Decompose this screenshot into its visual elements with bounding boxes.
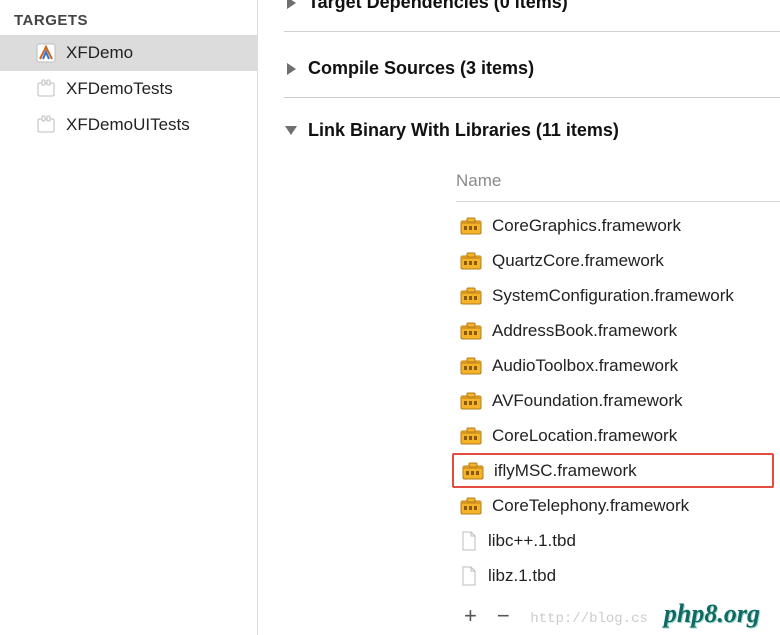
build-phases-panel: Target Dependencies (0 items) Compile So… xyxy=(258,0,780,635)
library-row[interactable]: AVFoundation.framework xyxy=(456,383,780,418)
add-button[interactable]: + xyxy=(464,605,477,627)
app-icon xyxy=(36,43,56,63)
test-bundle-icon xyxy=(36,79,56,99)
disclosure-collapsed-icon[interactable] xyxy=(284,0,298,10)
library-label: libc++.1.tbd xyxy=(488,531,576,551)
library-label: SystemConfiguration.framework xyxy=(492,286,734,306)
section-compile-sources[interactable]: Compile Sources (3 items) xyxy=(284,58,780,91)
library-row[interactable]: libc++.1.tbd xyxy=(456,523,780,558)
library-label: CoreLocation.framework xyxy=(492,426,677,446)
framework-icon xyxy=(460,217,482,235)
test-bundle-icon xyxy=(36,115,56,135)
library-label: AddressBook.framework xyxy=(492,321,677,341)
library-label: CoreGraphics.framework xyxy=(492,216,681,236)
disclosure-expanded-icon[interactable] xyxy=(284,124,298,138)
target-label: XFDemo xyxy=(66,43,133,63)
framework-icon xyxy=(460,357,482,375)
library-row[interactable]: libz.1.tbd xyxy=(456,558,780,593)
section-title: Link Binary With Libraries (11 items) xyxy=(308,120,619,141)
library-label: iflyMSC.framework xyxy=(494,461,637,481)
target-label: XFDemoUITests xyxy=(66,115,190,135)
divider xyxy=(284,97,780,98)
library-row[interactable]: SystemConfiguration.framework xyxy=(456,278,780,313)
framework-icon xyxy=(460,392,482,410)
targets-header: TARGETS xyxy=(0,2,257,35)
library-label: CoreTelephony.framework xyxy=(492,496,689,516)
watermark-logo: php8.org xyxy=(664,599,760,629)
library-label: AudioToolbox.framework xyxy=(492,356,678,376)
table-header-name: Name xyxy=(456,171,780,202)
disclosure-collapsed-icon[interactable] xyxy=(284,62,298,76)
targets-sidebar: TARGETS XFDemo XFDemoTests xyxy=(0,0,258,635)
library-row[interactable]: QuartzCore.framework xyxy=(456,243,780,278)
section-link-binary[interactable]: Link Binary With Libraries (11 items) xyxy=(284,120,780,153)
framework-icon xyxy=(460,497,482,515)
watermark: http://blog.cs php8.org xyxy=(530,599,760,629)
section-target-dependencies[interactable]: Target Dependencies (0 items) xyxy=(284,0,780,25)
library-row[interactable]: AddressBook.framework xyxy=(456,313,780,348)
file-icon xyxy=(460,565,478,587)
target-item-xfdemo[interactable]: XFDemo xyxy=(0,35,257,71)
library-label: QuartzCore.framework xyxy=(492,251,664,271)
section-title: Compile Sources (3 items) xyxy=(308,58,534,79)
divider xyxy=(284,31,780,32)
target-item-xfdemotests[interactable]: XFDemoTests xyxy=(0,71,257,107)
library-row[interactable]: CoreLocation.framework xyxy=(456,418,780,453)
library-row[interactable]: iflyMSC.framework xyxy=(452,453,774,488)
library-label: libz.1.tbd xyxy=(488,566,556,586)
framework-icon xyxy=(460,252,482,270)
framework-icon xyxy=(460,287,482,305)
library-row[interactable]: CoreGraphics.framework xyxy=(456,208,780,243)
framework-icon xyxy=(460,427,482,445)
library-row[interactable]: CoreTelephony.framework xyxy=(456,488,780,523)
remove-button[interactable]: − xyxy=(497,605,510,627)
watermark-url: http://blog.cs xyxy=(530,611,648,627)
target-item-xfdemouitests[interactable]: XFDemoUITests xyxy=(0,107,257,143)
file-icon xyxy=(460,530,478,552)
section-title: Target Dependencies (0 items) xyxy=(308,0,568,13)
libraries-table: Name CoreGraphics.framework QuartzCore.fr… xyxy=(456,171,780,627)
target-label: XFDemoTests xyxy=(66,79,173,99)
framework-icon xyxy=(462,462,484,480)
library-row[interactable]: AudioToolbox.framework xyxy=(456,348,780,383)
framework-icon xyxy=(460,322,482,340)
library-label: AVFoundation.framework xyxy=(492,391,683,411)
